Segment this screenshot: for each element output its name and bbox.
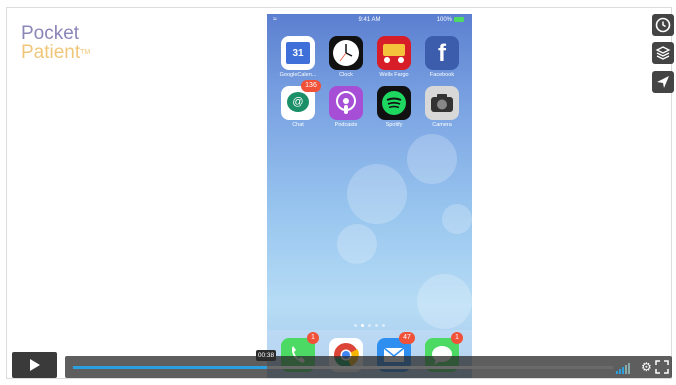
- app-label-spotify: Spotify: [385, 122, 403, 128]
- app-label-clock: Clock: [339, 72, 353, 78]
- logo-line1: Pocket: [21, 23, 80, 44]
- time-tooltip: 00:38: [256, 350, 276, 361]
- settings-gear-icon[interactable]: ⚙: [641, 360, 652, 374]
- fullscreen-icon[interactable]: [655, 360, 669, 374]
- phone-screen[interactable]: ≈ 9:41 AM 100% 31 GoogleCalen... Clock W…: [267, 14, 472, 378]
- status-bar: ≈ 9:41 AM 100%: [267, 16, 472, 26]
- send-icon[interactable]: [652, 71, 674, 93]
- app-label-calendar: GoogleCalen...: [279, 72, 317, 78]
- volume-icon[interactable]: [616, 362, 630, 374]
- messages-badge: 1: [451, 332, 463, 344]
- play-button[interactable]: [12, 352, 57, 378]
- pocket-patient-logo: Pocket PatientTM: [21, 24, 90, 62]
- facebook-icon[interactable]: f: [425, 36, 459, 70]
- control-bar: ⚙: [65, 356, 672, 378]
- progress-played: [73, 366, 268, 369]
- layers-icon[interactable]: [652, 42, 674, 64]
- phone-badge: 1: [307, 332, 319, 344]
- app-label-chat: Chat: [292, 122, 304, 128]
- clock-icon[interactable]: [652, 14, 674, 36]
- app-label-facebook: Facebook: [429, 72, 455, 78]
- chat-badge: 136: [301, 80, 321, 92]
- clock-icon[interactable]: [329, 36, 363, 70]
- podcasts-icon[interactable]: [329, 86, 363, 120]
- calendar-icon[interactable]: 31: [281, 36, 315, 70]
- video-frame: Pocket PatientTM ≈ 9:41 AM 100% 31 Googl…: [6, 7, 672, 379]
- page-dots: [267, 324, 472, 327]
- app-label-wells-fargo: Wells Fargo: [379, 72, 409, 78]
- camera-icon[interactable]: [425, 86, 459, 120]
- wells-fargo-icon[interactable]: [377, 36, 411, 70]
- app-label-camera: Camera: [432, 122, 452, 128]
- battery-indicator: 100%: [437, 17, 464, 23]
- progress-track[interactable]: [73, 366, 613, 369]
- spotify-icon[interactable]: [377, 86, 411, 120]
- app-label-podcasts: Podcasts: [334, 122, 358, 128]
- mail-badge: 47: [399, 332, 415, 344]
- logo-tm: TM: [80, 49, 91, 56]
- logo-line2: Patient: [21, 42, 81, 63]
